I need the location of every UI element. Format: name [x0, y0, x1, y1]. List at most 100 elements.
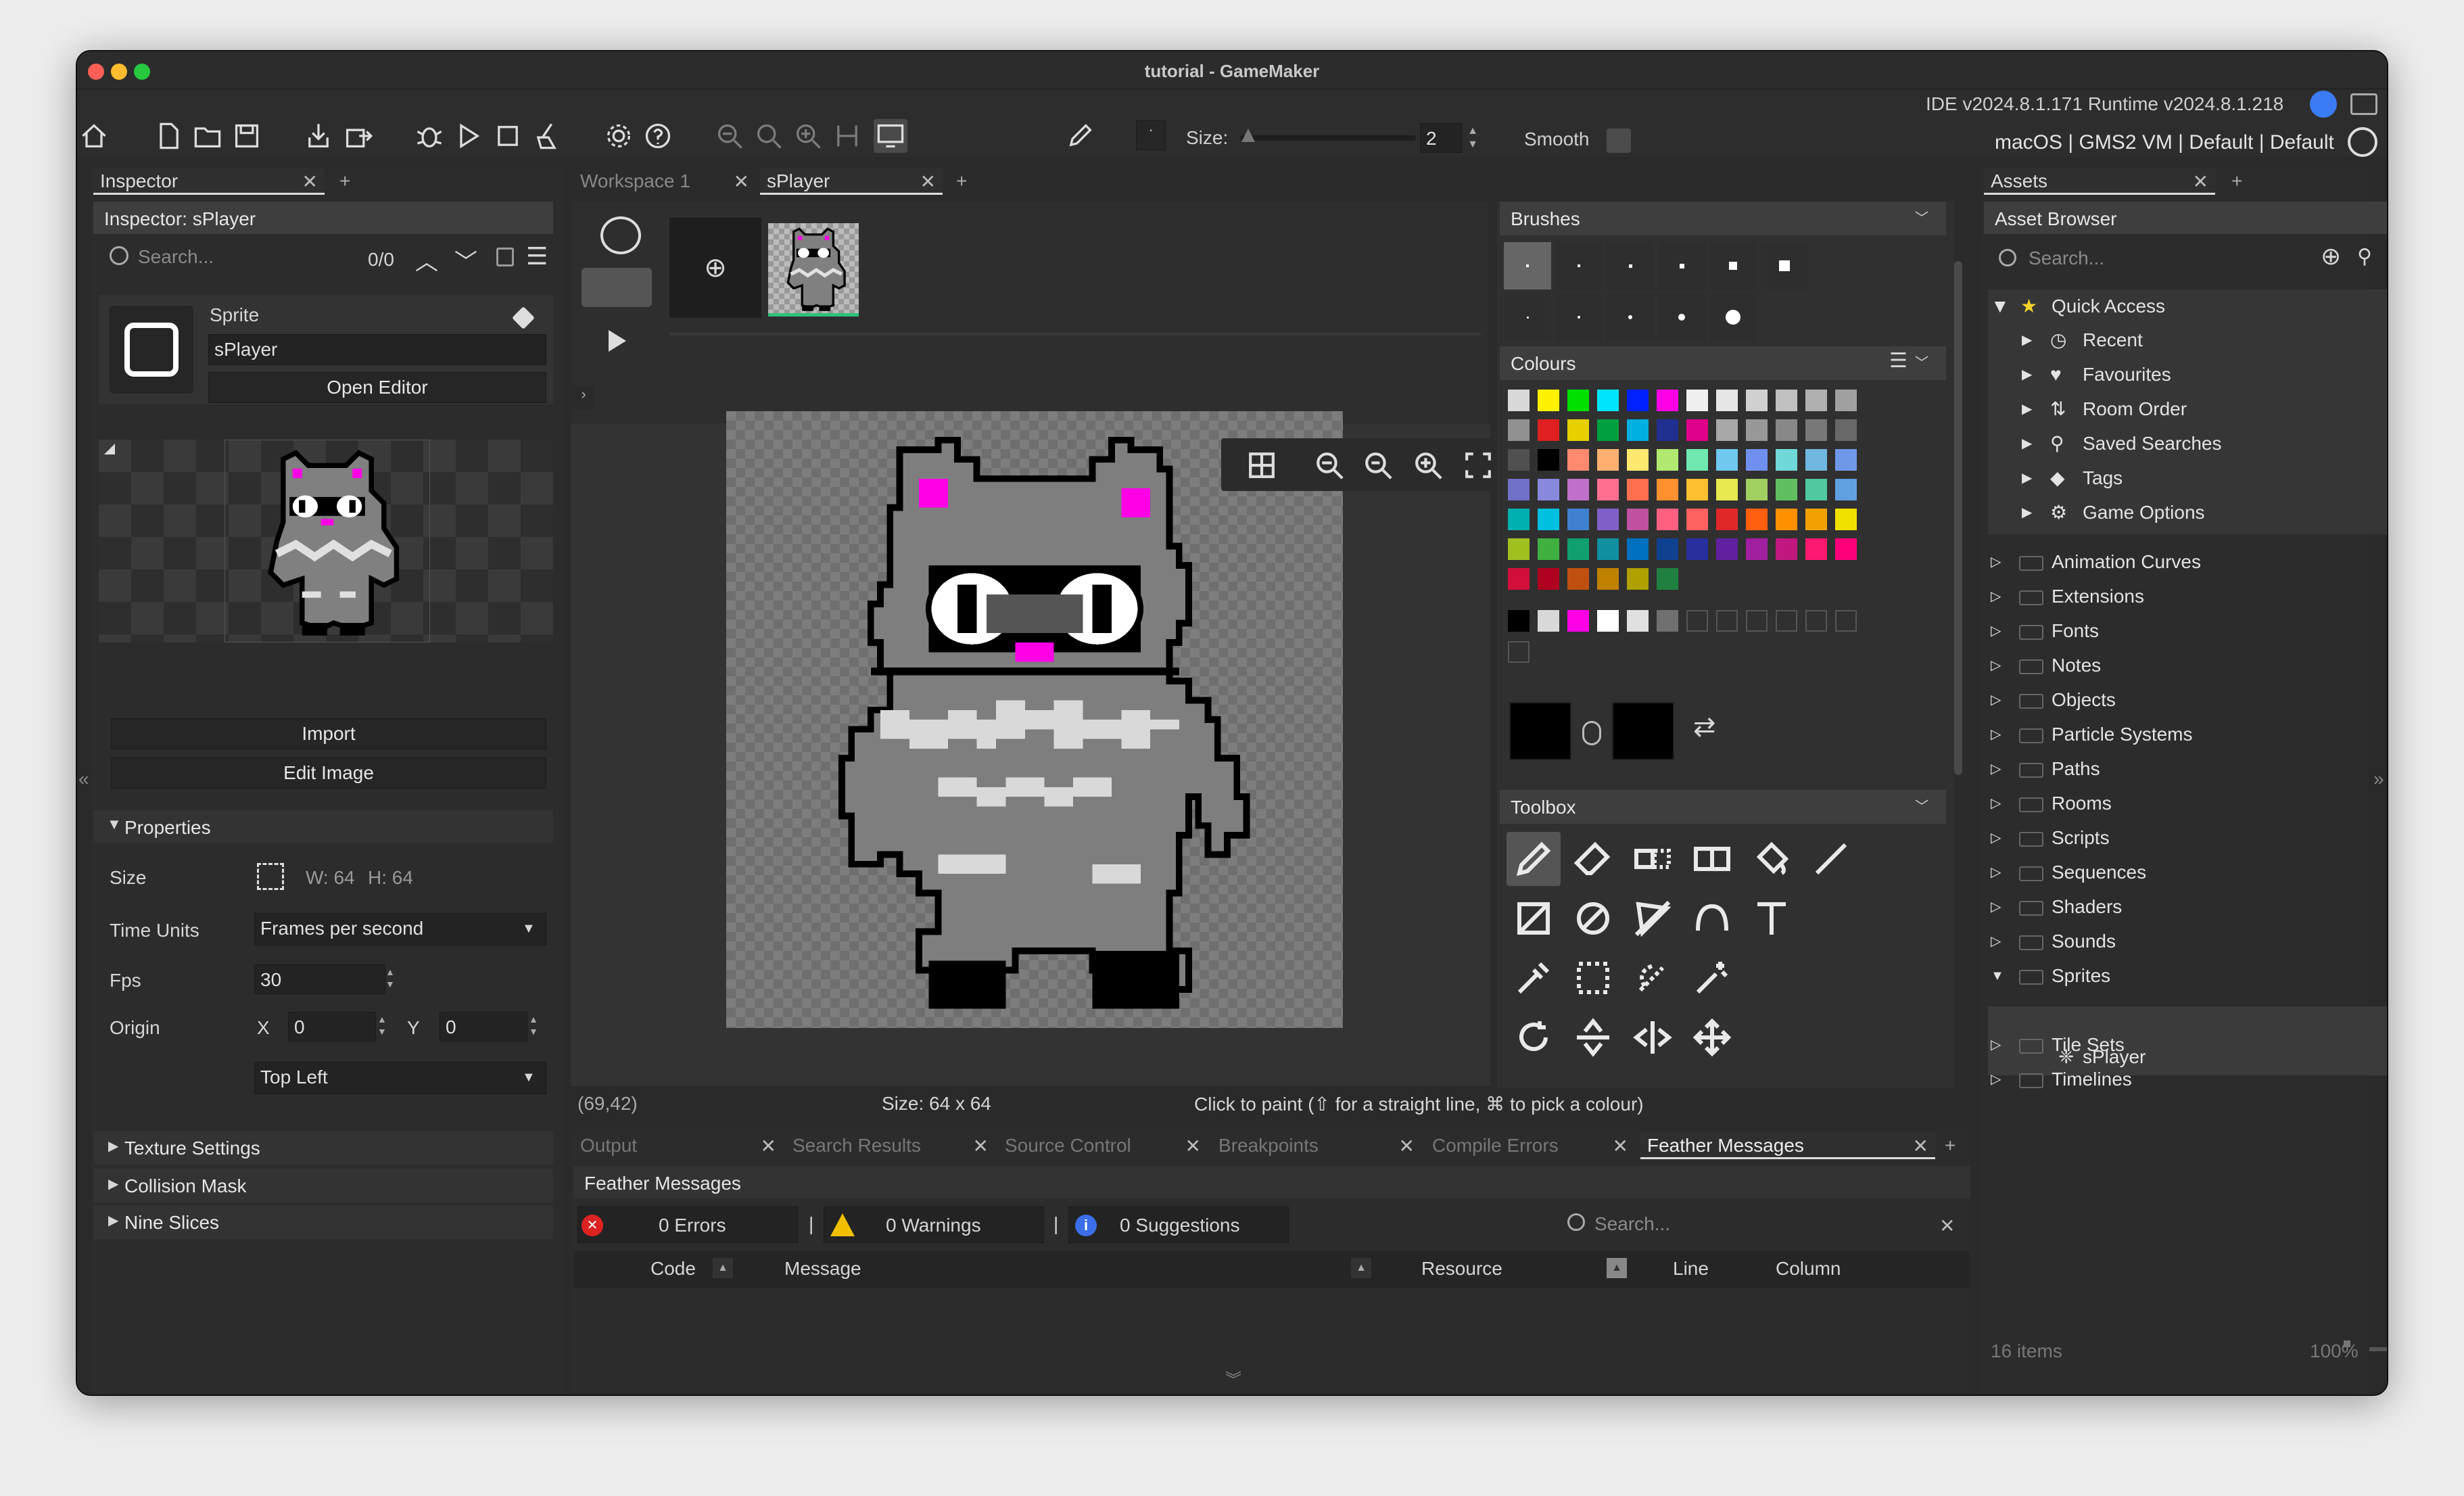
colour-swatch[interactable]	[1597, 479, 1619, 500]
sprite-name-input[interactable]: sPlayer	[208, 334, 546, 365]
colours-menu-icon[interactable]: ☰	[1889, 349, 1908, 373]
onion-skin-icon[interactable]	[600, 216, 641, 254]
empty-colour-slot[interactable]	[1776, 610, 1797, 632]
chat-icon[interactable]	[2350, 93, 2377, 115]
asset-folder[interactable]: Shaders	[2052, 890, 2122, 924]
brush-11[interactable]	[1709, 294, 1757, 341]
expand-chevron-icon[interactable]: ▷	[1991, 821, 2001, 855]
brush-6[interactable]	[1761, 242, 1808, 289]
eraser-icon[interactable]	[1566, 832, 1620, 886]
colour-swatch[interactable]	[1538, 568, 1559, 590]
close-tab-icon[interactable]: ✕	[1399, 1135, 1415, 1157]
clean-icon[interactable]	[530, 119, 564, 153]
clear-search-icon[interactable]: ✕	[1939, 1215, 1955, 1237]
colour-swatch[interactable]	[1716, 538, 1738, 560]
zoom-in-icon[interactable]	[791, 119, 825, 153]
tab-inspector[interactable]: Inspector ✕	[93, 168, 325, 195]
collapse-preview-icon[interactable]	[104, 444, 115, 454]
size-input[interactable]: 2	[1420, 123, 1462, 153]
colour-swatch[interactable]	[1538, 390, 1559, 411]
expand-chevron-icon[interactable]: ▷	[1991, 787, 2001, 820]
expand-chevron-icon[interactable]: ▷	[1991, 614, 2001, 648]
colour-swatch[interactable]	[1746, 509, 1768, 530]
colour-swatch[interactable]	[1776, 419, 1797, 441]
brush-2[interactable]	[1555, 242, 1603, 289]
colour-swatch[interactable]	[1627, 568, 1649, 590]
collapse-chevron-icon[interactable]: ﹀	[1915, 795, 1928, 815]
colour-swatch[interactable]	[1657, 419, 1678, 441]
origin-y-stepper[interactable]: ▲ ▼	[529, 1013, 538, 1037]
add-tab-icon[interactable]: +	[2225, 168, 2249, 195]
rotate-icon[interactable]	[1507, 1010, 1561, 1065]
colour-swatch[interactable]	[1686, 509, 1708, 530]
select-copy-icon[interactable]	[1685, 832, 1739, 886]
expand-chevron-icon[interactable]: ▷	[1991, 683, 2001, 717]
colour-swatch[interactable]	[1657, 568, 1678, 590]
zoom-reset-icon[interactable]	[752, 119, 786, 153]
lock-icon[interactable]	[496, 248, 514, 266]
save-icon[interactable]	[230, 119, 264, 153]
colour-swatch[interactable]	[1776, 538, 1797, 560]
rectangle-select-icon[interactable]	[1566, 951, 1620, 1005]
import-button[interactable]: Import	[111, 718, 546, 749]
empty-colour-slot[interactable]	[1508, 641, 1530, 663]
asset-folder[interactable]: Objects	[2052, 683, 2116, 717]
brush-10[interactable]	[1658, 294, 1705, 341]
help-icon[interactable]	[641, 119, 675, 153]
colour-swatch[interactable]	[1597, 509, 1619, 530]
colour-swatch[interactable]	[1508, 509, 1530, 530]
polygon-tool-icon[interactable]	[1626, 891, 1680, 945]
fullscreen-monitor-icon[interactable]	[874, 119, 907, 153]
properties-header[interactable]: Properties	[93, 810, 553, 843]
lasso-select-icon[interactable]	[1626, 951, 1680, 1005]
size-stepper[interactable]: ▲ ▼	[1465, 124, 1481, 153]
inspector-search-input[interactable]: Search...	[133, 242, 326, 272]
brush-5[interactable]	[1709, 242, 1757, 289]
expand-chevron-icon[interactable]: ▶	[2022, 358, 2032, 392]
expand-chevron-icon[interactable]: ▷	[1991, 856, 2001, 889]
filter-icon[interactable]: ⚲	[2357, 245, 2372, 268]
expand-chevron-icon[interactable]: ▷	[1991, 1028, 2001, 1062]
asset-search-input[interactable]: Search...	[2023, 243, 2294, 273]
tab-breakpoints[interactable]: Breakpoints ✕	[1212, 1132, 1421, 1159]
colour-swatch[interactable]	[1538, 538, 1559, 560]
brush-4[interactable]	[1658, 242, 1705, 289]
close-tab-icon[interactable]: ✕	[734, 170, 749, 193]
expand-chevron-icon[interactable]: ▶	[2022, 392, 2032, 426]
close-tab-icon[interactable]: ✕	[761, 1135, 776, 1157]
colour-swatch[interactable]	[1776, 449, 1797, 471]
asset-folder[interactable]: Sequences	[2052, 856, 2146, 889]
previous-result-icon[interactable]: ︿	[415, 243, 438, 277]
quick-access-item[interactable]: Tags	[2083, 461, 2123, 495]
asset-folder[interactable]: Rooms	[2052, 787, 2112, 820]
colour-swatch[interactable]	[1508, 419, 1530, 441]
colour-swatch[interactable]	[1538, 479, 1559, 500]
zoom-out-icon[interactable]	[713, 119, 747, 153]
colour-swatch[interactable]	[1627, 390, 1649, 411]
colour-swatch[interactable]	[1627, 479, 1649, 500]
colour-swatch[interactable]	[1716, 390, 1738, 411]
colour-swatch[interactable]	[1776, 479, 1797, 500]
colour-swatch[interactable]	[1567, 509, 1589, 530]
package-icon[interactable]	[341, 119, 375, 153]
brush-1[interactable]	[1504, 242, 1551, 289]
new-file-icon[interactable]	[151, 119, 185, 153]
close-tab-icon[interactable]: ✕	[973, 1135, 989, 1157]
asset-folder[interactable]: Sprites	[2052, 959, 2110, 993]
quick-access-item[interactable]: Favourites	[2083, 358, 2171, 392]
quick-access-item[interactable]: Recent	[2083, 323, 2143, 357]
colour-swatch[interactable]	[1805, 419, 1827, 441]
recent-colour-swatch[interactable]	[1657, 610, 1678, 632]
colour-swatch[interactable]	[1716, 419, 1738, 441]
quick-access-chevron-icon[interactable]: ▼	[1991, 289, 2010, 323]
primary-colour-swatch[interactable]	[1509, 702, 1571, 760]
secondary-colour-swatch[interactable]	[1612, 702, 1674, 760]
rectangle-tool-icon[interactable]	[1507, 891, 1561, 945]
column-code[interactable]: Code	[650, 1258, 696, 1280]
settings-gear-icon[interactable]	[602, 119, 636, 153]
add-tab-icon[interactable]: +	[1938, 1132, 1962, 1159]
colour-swatch[interactable]	[1746, 419, 1768, 441]
close-tab-icon[interactable]: ✕	[2193, 170, 2208, 193]
quick-access-item[interactable]: Room Order	[2083, 392, 2187, 426]
colour-swatch[interactable]	[1686, 479, 1708, 500]
